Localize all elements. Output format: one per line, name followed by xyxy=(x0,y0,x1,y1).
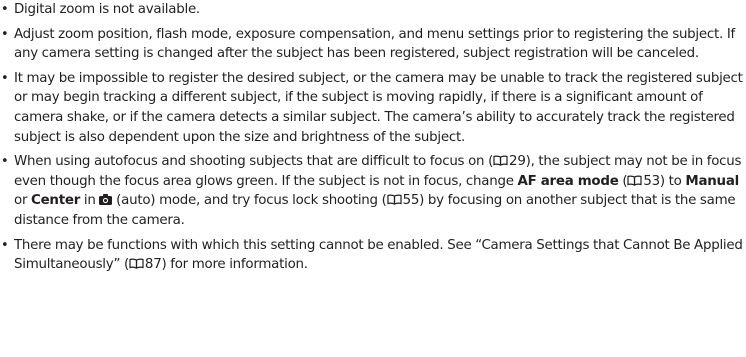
note-text: Adjust zoom position, flash mode, exposu… xyxy=(14,26,735,62)
note-adjust-settings: • Adjust zoom position, flash mode, expo… xyxy=(0,25,746,64)
page-reference[interactable]: 55 xyxy=(403,193,420,208)
book-reference-icon xyxy=(627,175,642,186)
note-text: in xyxy=(80,193,100,209)
camera-icon xyxy=(99,194,113,206)
note-text: Digital zoom is not available. xyxy=(14,2,200,17)
note-text: ) to xyxy=(659,173,686,189)
page-reference[interactable]: 87 xyxy=(145,257,162,272)
bullet: • xyxy=(1,154,9,170)
note-text: ) for more information. xyxy=(161,257,308,273)
bullet: • xyxy=(1,70,9,86)
af-area-mode-label: AF area mode xyxy=(517,173,619,189)
note-text: (auto) mode, and try focus lock shooting… xyxy=(112,193,387,209)
center-label: Center xyxy=(31,193,81,209)
note-text: When using autofocus and shooting subjec… xyxy=(14,154,494,170)
note-tracking-limitations: • It may be impossible to register the d… xyxy=(0,69,746,147)
page-reference[interactable]: 29 xyxy=(509,154,526,169)
note-text: There may be functions with which this s… xyxy=(14,237,743,273)
book-reference-icon xyxy=(493,155,508,167)
book-reference-icon xyxy=(386,194,402,206)
bullet: • xyxy=(1,2,9,17)
note-text: It may be impossible to register the des… xyxy=(14,70,743,145)
note-incompatible-functions: • There may be functions with which this … xyxy=(0,236,746,275)
manual-label: Manual xyxy=(685,173,739,189)
book-reference-icon xyxy=(129,258,144,270)
note-text: or xyxy=(14,193,32,209)
bullet: • xyxy=(1,26,9,42)
notes-list: • Digital zoom is not available. • Adjus… xyxy=(0,0,746,275)
note-digital-zoom: • Digital zoom is not available. xyxy=(0,0,746,20)
bullet: • xyxy=(1,237,9,253)
note-text: ( xyxy=(618,173,628,189)
page-reference[interactable]: 53 xyxy=(643,174,660,189)
note-autofocus: • When using autofocus and shooting subje… xyxy=(0,152,746,230)
